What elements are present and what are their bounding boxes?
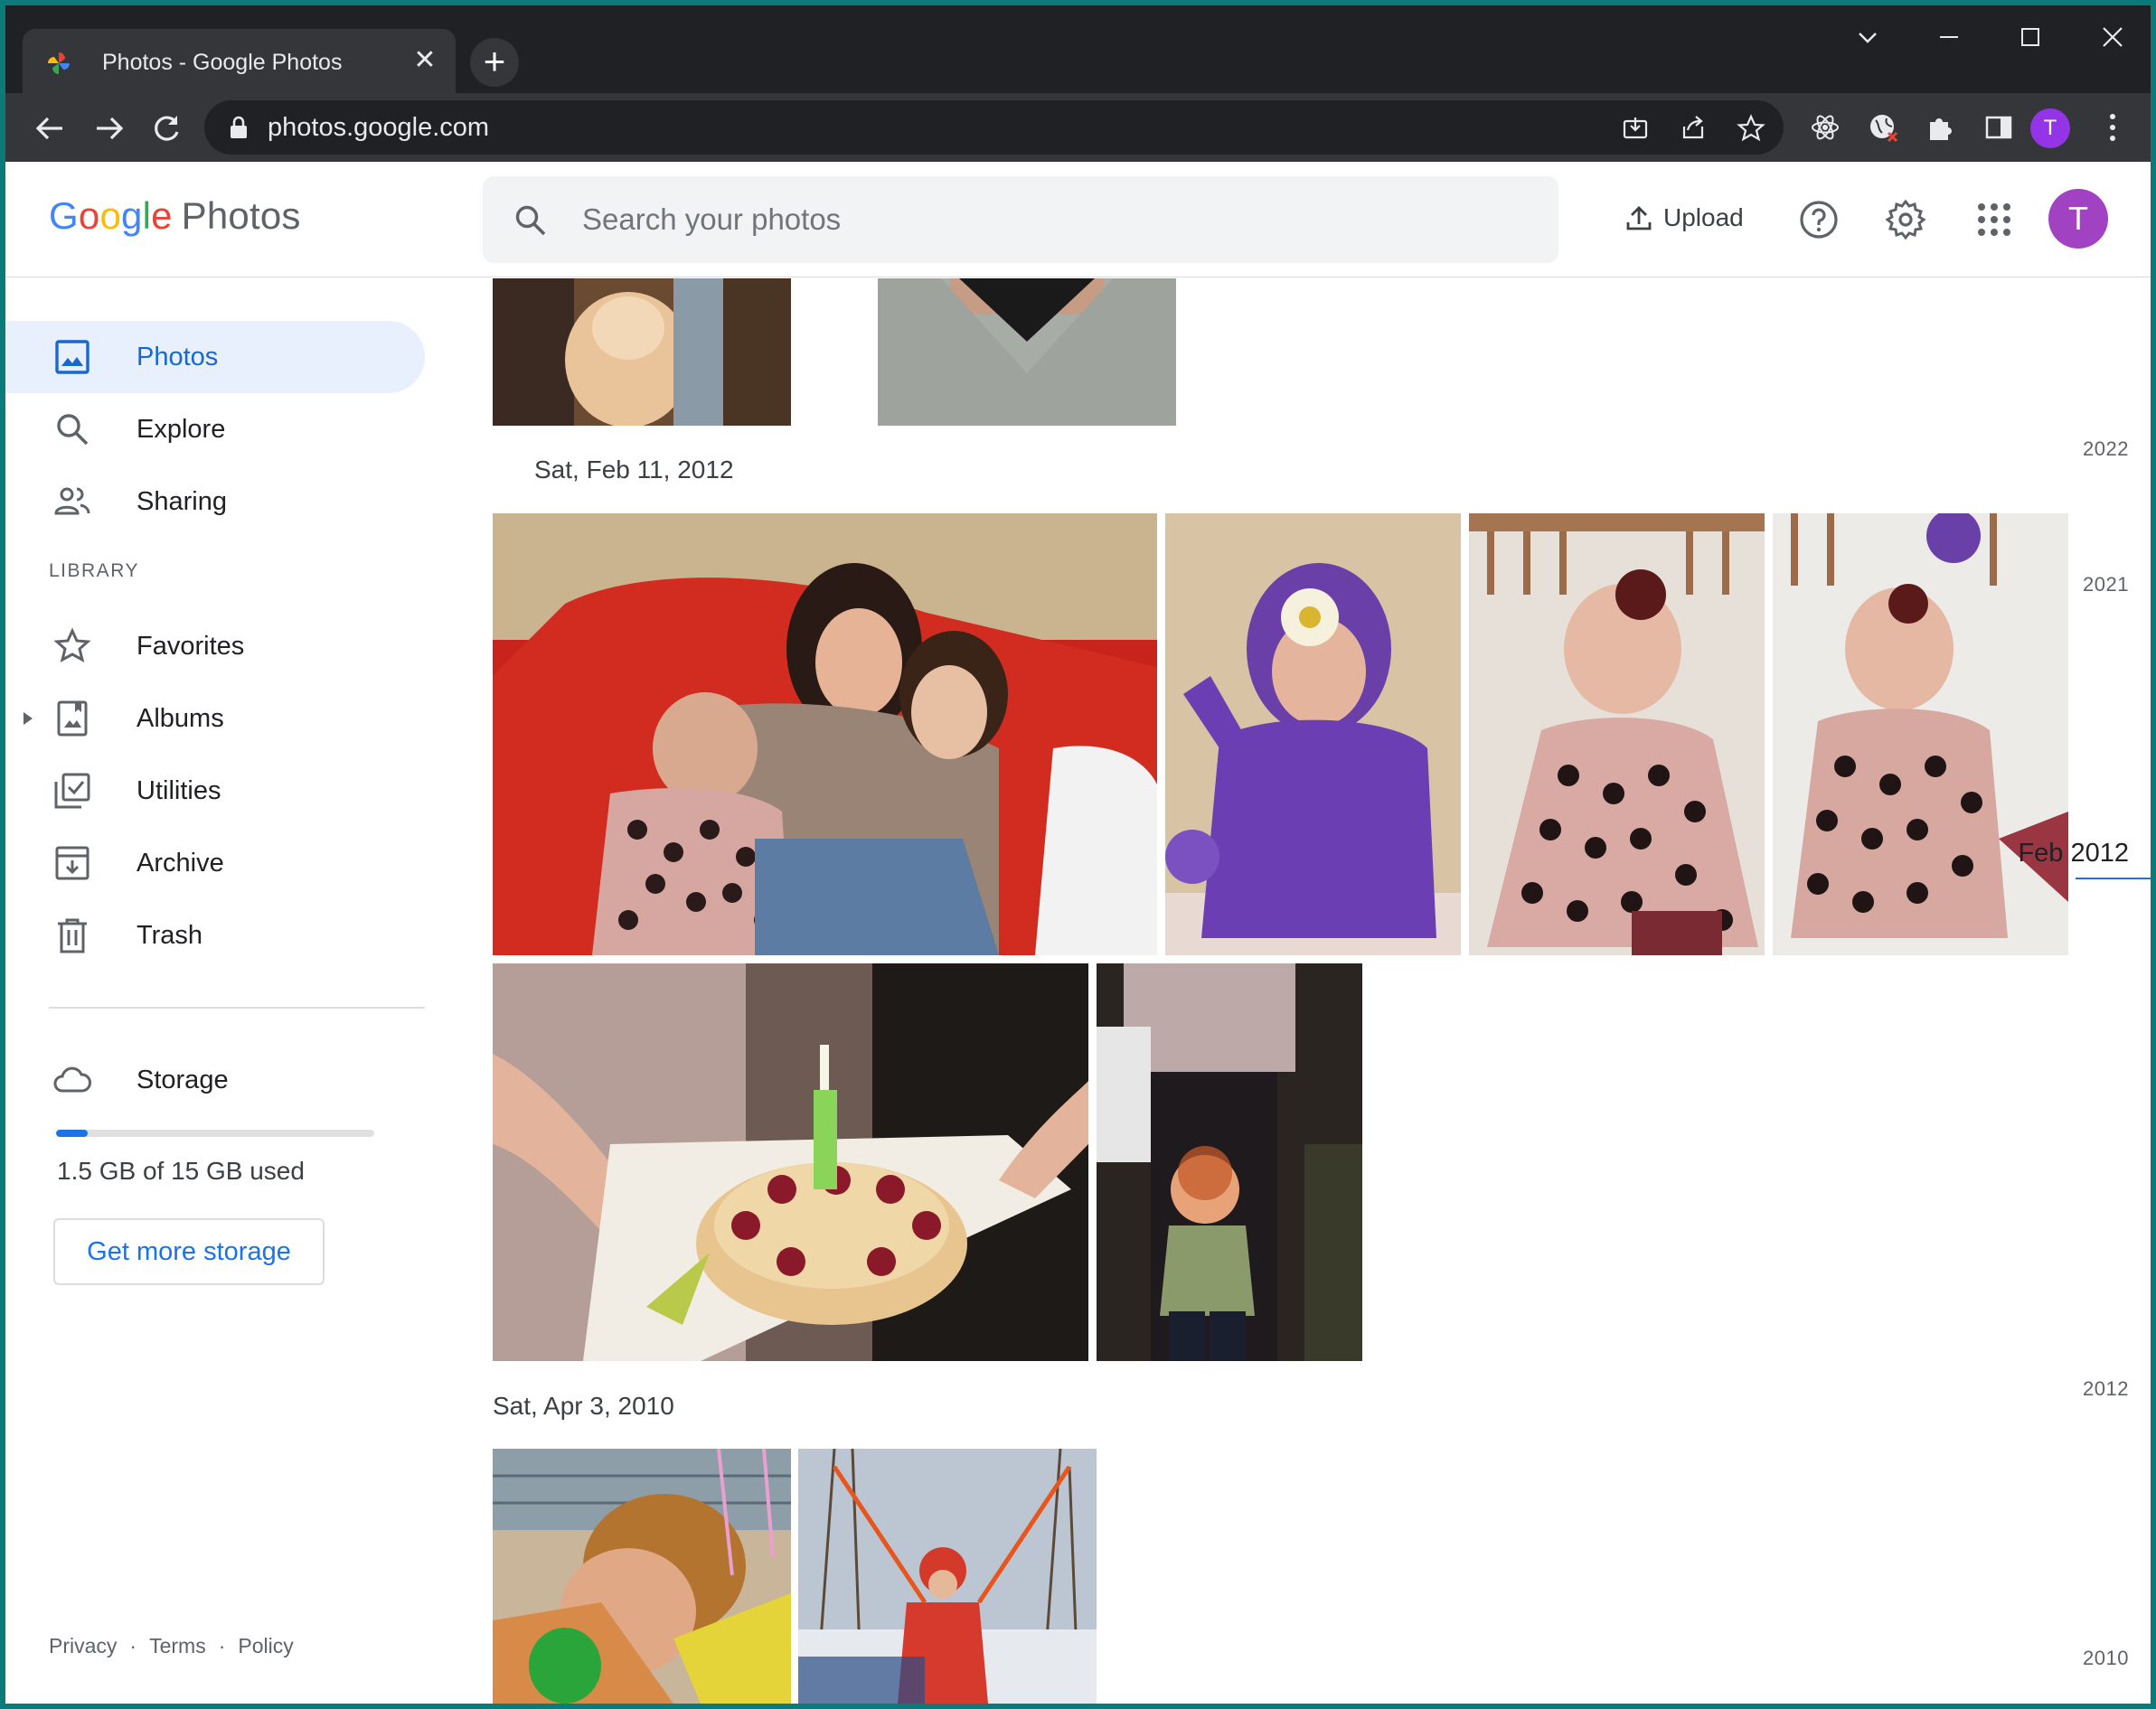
sidebar-item-albums[interactable]: Albums <box>5 682 425 755</box>
maximize-icon[interactable] <box>2003 14 2057 60</box>
sidebar-item-sharing[interactable]: Sharing <box>5 465 425 538</box>
address-bar[interactable]: photos.google.com <box>204 100 1784 155</box>
sidebar-item-favorites[interactable]: Favorites <box>5 610 425 682</box>
sidebar-item-label: Explore <box>137 414 226 444</box>
sidebar-item-photos[interactable]: Photos <box>5 321 425 393</box>
react-devtools-icon[interactable] <box>1809 111 1841 144</box>
people-icon <box>54 487 90 515</box>
sidebar-item-label: Favorites <box>137 631 245 661</box>
photo-thumbnail[interactable] <box>493 1449 791 1704</box>
sidebar-item-archive[interactable]: Archive <box>5 827 425 899</box>
storage-progress-bar <box>56 1130 374 1137</box>
storage-used-text: 1.5 GB of 15 GB used <box>57 1157 305 1185</box>
extension-globe-icon[interactable] <box>1867 111 1899 144</box>
library-heading: LIBRARY <box>49 560 139 581</box>
photo-thumbnail[interactable] <box>1097 963 1362 1361</box>
forward-icon[interactable] <box>86 106 131 151</box>
tab-title: Photos - Google Photos <box>102 50 343 75</box>
side-panel-icon[interactable] <box>1982 111 2015 144</box>
photo-thumbnail[interactable] <box>493 963 1088 1361</box>
search-box[interactable] <box>483 176 1558 263</box>
sidebar-item-label: Sharing <box>137 486 227 516</box>
tab-search-icon[interactable] <box>1841 14 1895 60</box>
cloud-icon <box>53 1066 91 1093</box>
share-icon[interactable] <box>1679 114 1708 143</box>
sidebar-item-label: Archive <box>137 848 224 878</box>
lock-icon <box>231 116 247 138</box>
sidebar-divider <box>49 1007 425 1009</box>
date-heading: Sat, Feb 11, 2012 <box>534 455 734 484</box>
reload-icon[interactable] <box>144 106 189 151</box>
sidebar-item-label: Utilities <box>137 775 221 805</box>
album-icon <box>57 700 88 737</box>
sidebar-item-storage[interactable]: Storage <box>5 1044 425 1116</box>
photo-thumbnail[interactable] <box>878 278 1176 426</box>
photo-thumbnail[interactable] <box>493 278 791 426</box>
timeline-current-date[interactable]: Feb 2012 <box>2018 839 2129 869</box>
photo-thumbnail[interactable] <box>1469 513 1765 955</box>
upload-label: Upload <box>1663 203 1744 231</box>
timeline-year[interactable]: 2022 <box>2083 437 2129 461</box>
sidebar-item-trash[interactable]: Trash <box>5 899 425 972</box>
timeline-scrubber-line[interactable] <box>2076 878 2151 879</box>
terms-link[interactable]: Terms <box>149 1634 206 1657</box>
search-input[interactable] <box>582 196 1486 243</box>
trash-icon <box>58 918 87 953</box>
back-icon[interactable] <box>28 106 73 151</box>
photo-thumbnail[interactable] <box>1165 513 1461 955</box>
help-icon[interactable] <box>1797 198 1841 241</box>
google-photos-logo[interactable]: Google Photos <box>49 194 301 238</box>
photo-thumbnail[interactable] <box>1773 513 2068 955</box>
search-icon[interactable] <box>513 203 548 238</box>
sidebar-item-utilities[interactable]: Utilities <box>5 755 425 827</box>
timeline-year[interactable]: 2010 <box>2083 1647 2129 1670</box>
policy-link[interactable]: Policy <box>238 1634 293 1657</box>
google-photos-favicon <box>48 52 70 74</box>
sidebar-item-label: Trash <box>137 920 203 950</box>
timeline-year[interactable]: 2021 <box>2083 573 2129 596</box>
storage-progress-fill <box>56 1130 89 1137</box>
browser-titlebar: Photos - Google Photos ✕ + <box>5 5 2151 93</box>
new-tab-button[interactable]: + <box>470 38 519 87</box>
app-header: GooglePhotos Upload T <box>5 162 2151 277</box>
browser-menu-icon[interactable] <box>2099 111 2126 144</box>
timeline-year[interactable]: 2012 <box>2083 1377 2129 1401</box>
footer-separator: · <box>218 1634 226 1657</box>
star-icon <box>53 627 91 662</box>
utilities-icon <box>54 773 90 809</box>
date-heading: Sat, Apr 3, 2010 <box>493 1392 674 1420</box>
extensions-puzzle-icon[interactable] <box>1925 111 1957 144</box>
browser-window: Photos - Google Photos ✕ + photos.google… <box>5 5 2151 1704</box>
browser-profile-avatar[interactable]: T <box>2030 108 2070 148</box>
sidebar-item-explore[interactable]: Explore <box>5 393 425 465</box>
close-window-icon[interactable] <box>2085 14 2140 60</box>
archive-icon <box>55 846 89 880</box>
sidebar-item-label: Albums <box>137 703 224 733</box>
bookmark-star-icon[interactable] <box>1737 114 1765 143</box>
footer-separator: · <box>129 1634 137 1657</box>
footer-links: Privacy · Terms · Policy <box>49 1634 306 1658</box>
sidebar: Photos Explore Sharing LIBRARY Favorites… <box>5 278 457 1704</box>
sidebar-item-label: Photos <box>137 342 219 371</box>
search-icon <box>57 414 89 446</box>
google-apps-icon[interactable] <box>1972 198 2016 241</box>
url-text[interactable]: photos.google.com <box>268 113 489 143</box>
photo-grid: Sat, Feb 11, 2012 Sat, Apr 3, 2010 <box>457 278 2085 1704</box>
photo-thumbnail[interactable] <box>798 1449 1097 1704</box>
minimize-icon[interactable] <box>1922 14 1976 60</box>
photo-icon <box>55 340 89 374</box>
tab-close-icon[interactable]: ✕ <box>410 46 439 75</box>
privacy-link[interactable]: Privacy <box>49 1634 117 1657</box>
install-app-icon[interactable] <box>1621 114 1650 143</box>
upload-icon <box>1626 206 1652 230</box>
upload-button[interactable]: Upload <box>1624 191 1744 245</box>
get-more-storage-button[interactable]: Get more storage <box>53 1218 325 1285</box>
browser-tab[interactable]: Photos - Google Photos ✕ <box>23 29 456 93</box>
settings-gear-icon[interactable] <box>1884 198 1927 241</box>
browser-toolbar: photos.google.com T <box>5 93 2151 162</box>
account-avatar[interactable]: T <box>2048 189 2108 249</box>
storage-label: Storage <box>137 1065 229 1094</box>
photo-thumbnail[interactable] <box>493 513 1157 955</box>
